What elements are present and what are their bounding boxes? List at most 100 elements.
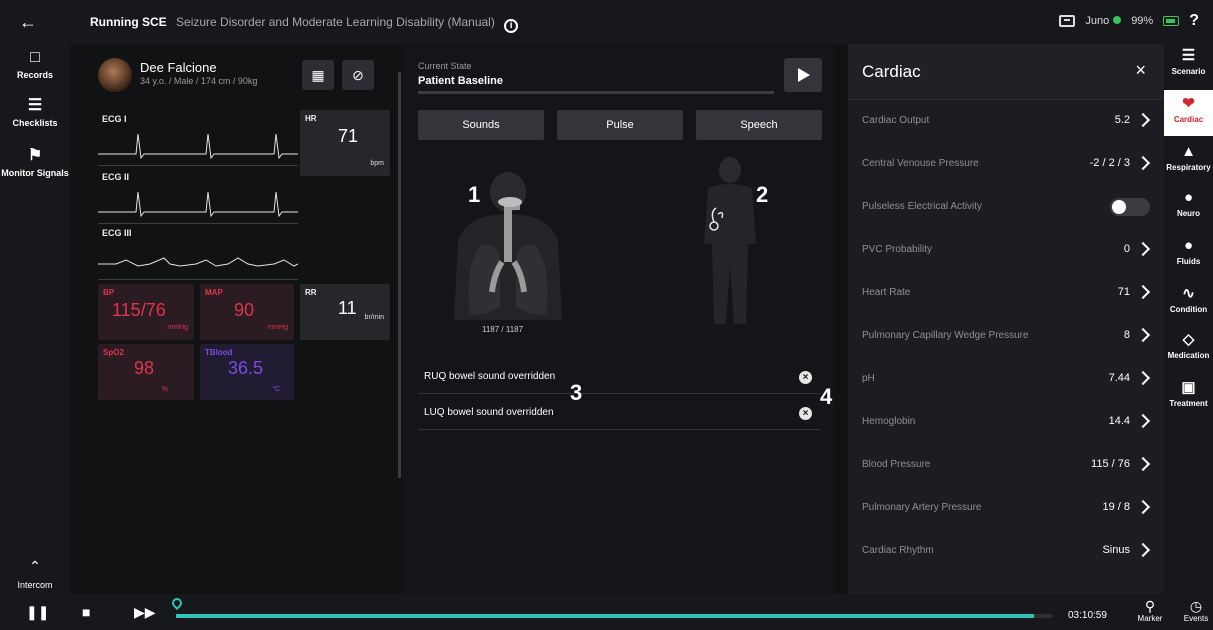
patient-meta: 34 y.o. / Male / 174 cm / 90kg: [140, 76, 258, 86]
map-label: MAP: [205, 288, 223, 297]
rr-unit: br/min: [364, 314, 384, 321]
rnav-treatment[interactable]: ▣ Treatment: [1164, 380, 1213, 422]
param-pvc-probability[interactable]: PVC Probability 0: [848, 229, 1164, 272]
param-label: Blood Pressure: [862, 459, 931, 470]
param-pcwp[interactable]: Pulmonary Capillary Wedge Pressure 8: [848, 315, 1164, 358]
left-nav: □ Records ☰ Checklists ⚑ Monitor Signals…: [0, 44, 70, 594]
param-blood-pressure[interactable]: Blood Pressure 115 / 76: [848, 444, 1164, 487]
body-figure[interactable]: [690, 154, 770, 324]
pulse-icon: ∿: [1182, 286, 1195, 302]
events-button[interactable]: ◷ Events: [1176, 598, 1213, 623]
tab-pulse[interactable]: Pulse: [557, 110, 683, 140]
monitor-signals-icon: ⚑: [27, 147, 43, 164]
nav-monitor-signals-label: Monitor Signals: [1, 168, 69, 178]
rnav-label: Condition: [1169, 305, 1208, 314]
user-name: Juno: [1085, 15, 1110, 27]
clipboard-icon: □: [30, 49, 40, 66]
rnav-label: Cardiac: [1173, 115, 1204, 124]
tab-sounds[interactable]: Sounds: [418, 110, 544, 140]
patient-info: Dee Falcione 34 y.o. / Male / 174 cm / 9…: [98, 58, 288, 94]
rnav-fluids[interactable]: ● Fluids: [1164, 238, 1213, 280]
rnav-label: Neuro: [1176, 209, 1201, 218]
param-label: Pulseless Electrical Activity: [862, 201, 983, 212]
nav-records-label: Records: [16, 70, 53, 80]
nav-checklists[interactable]: ☰ Checklists: [0, 98, 70, 129]
spo2-box[interactable]: SpO2 98 %: [98, 344, 194, 400]
back-arrow-icon[interactable]: ←: [16, 10, 40, 34]
timeline-track[interactable]: [176, 614, 1052, 618]
ecg-lead-2: ECG II: [98, 168, 298, 224]
spo2-unit: %: [161, 386, 168, 393]
rr-label: RR: [305, 288, 317, 297]
right-nav: ☰ Scenario ❤ Cardiac ▲ Respiratory ● Neu…: [1164, 44, 1213, 594]
param-value: 7.44: [1108, 372, 1130, 384]
divider: [98, 279, 298, 280]
rnav-label: Fluids: [1176, 257, 1201, 266]
pause-icon[interactable]: ❚❚: [26, 604, 49, 620]
close-icon[interactable]: ×: [799, 407, 812, 420]
param-hemoglobin[interactable]: Hemoglobin 14.4: [848, 401, 1164, 444]
top-bar: ← Running SCE Seizure Disorder and Moder…: [0, 0, 1213, 44]
param-value: 115 / 76: [1091, 458, 1130, 470]
layout-button[interactable]: ▦: [302, 60, 334, 90]
map-box[interactable]: MAP 90 mmHg: [200, 284, 294, 340]
current-state-label: Current State: [418, 61, 472, 71]
play-button[interactable]: [784, 58, 822, 92]
rnav-neuro[interactable]: ● Neuro: [1164, 190, 1213, 232]
rnav-condition[interactable]: ∿ Condition: [1164, 286, 1213, 328]
panel-divider[interactable]: [398, 72, 401, 478]
override-row[interactable]: RUQ bowel sound overridden ×: [418, 362, 820, 394]
stop-icon[interactable]: ■: [82, 604, 90, 620]
rnav-cardiac[interactable]: ❤ Cardiac: [1164, 90, 1213, 136]
rnav-label: Medication: [1167, 351, 1210, 360]
param-value: 19 / 8: [1102, 501, 1130, 513]
airway-lungs-figure[interactable]: [448, 170, 568, 320]
hr-box[interactable]: HR 71 bpm: [300, 110, 390, 176]
param-cardiac-output[interactable]: Cardiac Output 5.2: [848, 100, 1164, 143]
cardiac-title: Cardiac: [862, 62, 921, 81]
tab-speech[interactable]: Speech: [696, 110, 822, 140]
monitor-icon[interactable]: [1059, 15, 1076, 27]
close-icon[interactable]: ×: [799, 371, 812, 384]
bp-box[interactable]: BP 115/76 mmHg: [98, 284, 194, 340]
battery-level: 99%: [1131, 15, 1154, 27]
center-panel: Current State Patient Baseline Sounds Pu…: [402, 44, 834, 594]
mute-icon: ⊘: [352, 67, 364, 83]
override-text: RUQ bowel sound overridden: [424, 371, 556, 382]
nav-monitor-signals[interactable]: ⚑ Monitor Signals: [0, 147, 70, 179]
pea-toggle[interactable]: [1110, 198, 1150, 216]
online-dot: [1113, 16, 1122, 24]
intercom-button[interactable]: ⌃ Intercom: [0, 559, 70, 590]
param-heart-rate[interactable]: Heart Rate 71: [848, 272, 1164, 315]
clock-icon: ◷: [1189, 598, 1203, 614]
param-cardiac-rhythm[interactable]: Cardiac Rhythm Sinus: [848, 530, 1164, 573]
marker-button[interactable]: ⚲ Marker: [1130, 598, 1170, 623]
rnav-medication[interactable]: ◇ Medication: [1164, 332, 1213, 374]
param-pulseless-electrical-activity: Pulseless Electrical Activity: [848, 186, 1164, 229]
param-label: Heart Rate: [862, 287, 911, 298]
sound-off-button[interactable]: ⊘: [342, 60, 374, 90]
chevron-right-icon: [1135, 456, 1151, 472]
current-state-value: Patient Baseline: [418, 75, 503, 87]
param-central-venous-pressure[interactable]: Central Venouse Pressure -2 / 2 / 3: [848, 143, 1164, 186]
override-row[interactable]: LUQ bowel sound overridden ×: [418, 398, 820, 430]
close-icon[interactable]: ×: [1135, 60, 1146, 81]
fast-forward-icon[interactable]: ▶▶: [134, 604, 156, 620]
brain-icon: ●: [1183, 190, 1194, 206]
rnav-scenario[interactable]: ☰ Scenario: [1164, 48, 1213, 90]
param-ph[interactable]: pH 7.44: [848, 358, 1164, 401]
tblood-box[interactable]: TBlood 36.5 °C: [200, 344, 294, 400]
first-aid-icon: ▣: [1181, 380, 1196, 396]
nav-records[interactable]: □ Records: [0, 49, 70, 81]
battery-icon: [1163, 16, 1180, 26]
param-pulmonary-artery-pressure[interactable]: Pulmonary Artery Pressure 19 / 8: [848, 487, 1164, 530]
rnav-respiratory[interactable]: ▲ Respiratory: [1164, 144, 1213, 186]
layout-icon: ▦: [311, 67, 325, 83]
info-icon[interactable]: i: [504, 19, 519, 33]
chevron-right-icon: [1135, 112, 1151, 128]
help-icon[interactable]: ?: [1189, 12, 1199, 30]
rr-box[interactable]: RR 11 br/min: [300, 284, 390, 340]
hr-unit: bpm: [370, 160, 384, 167]
ecg-lead-1: ECG I: [98, 110, 298, 166]
chevron-right-icon: [1135, 241, 1151, 257]
